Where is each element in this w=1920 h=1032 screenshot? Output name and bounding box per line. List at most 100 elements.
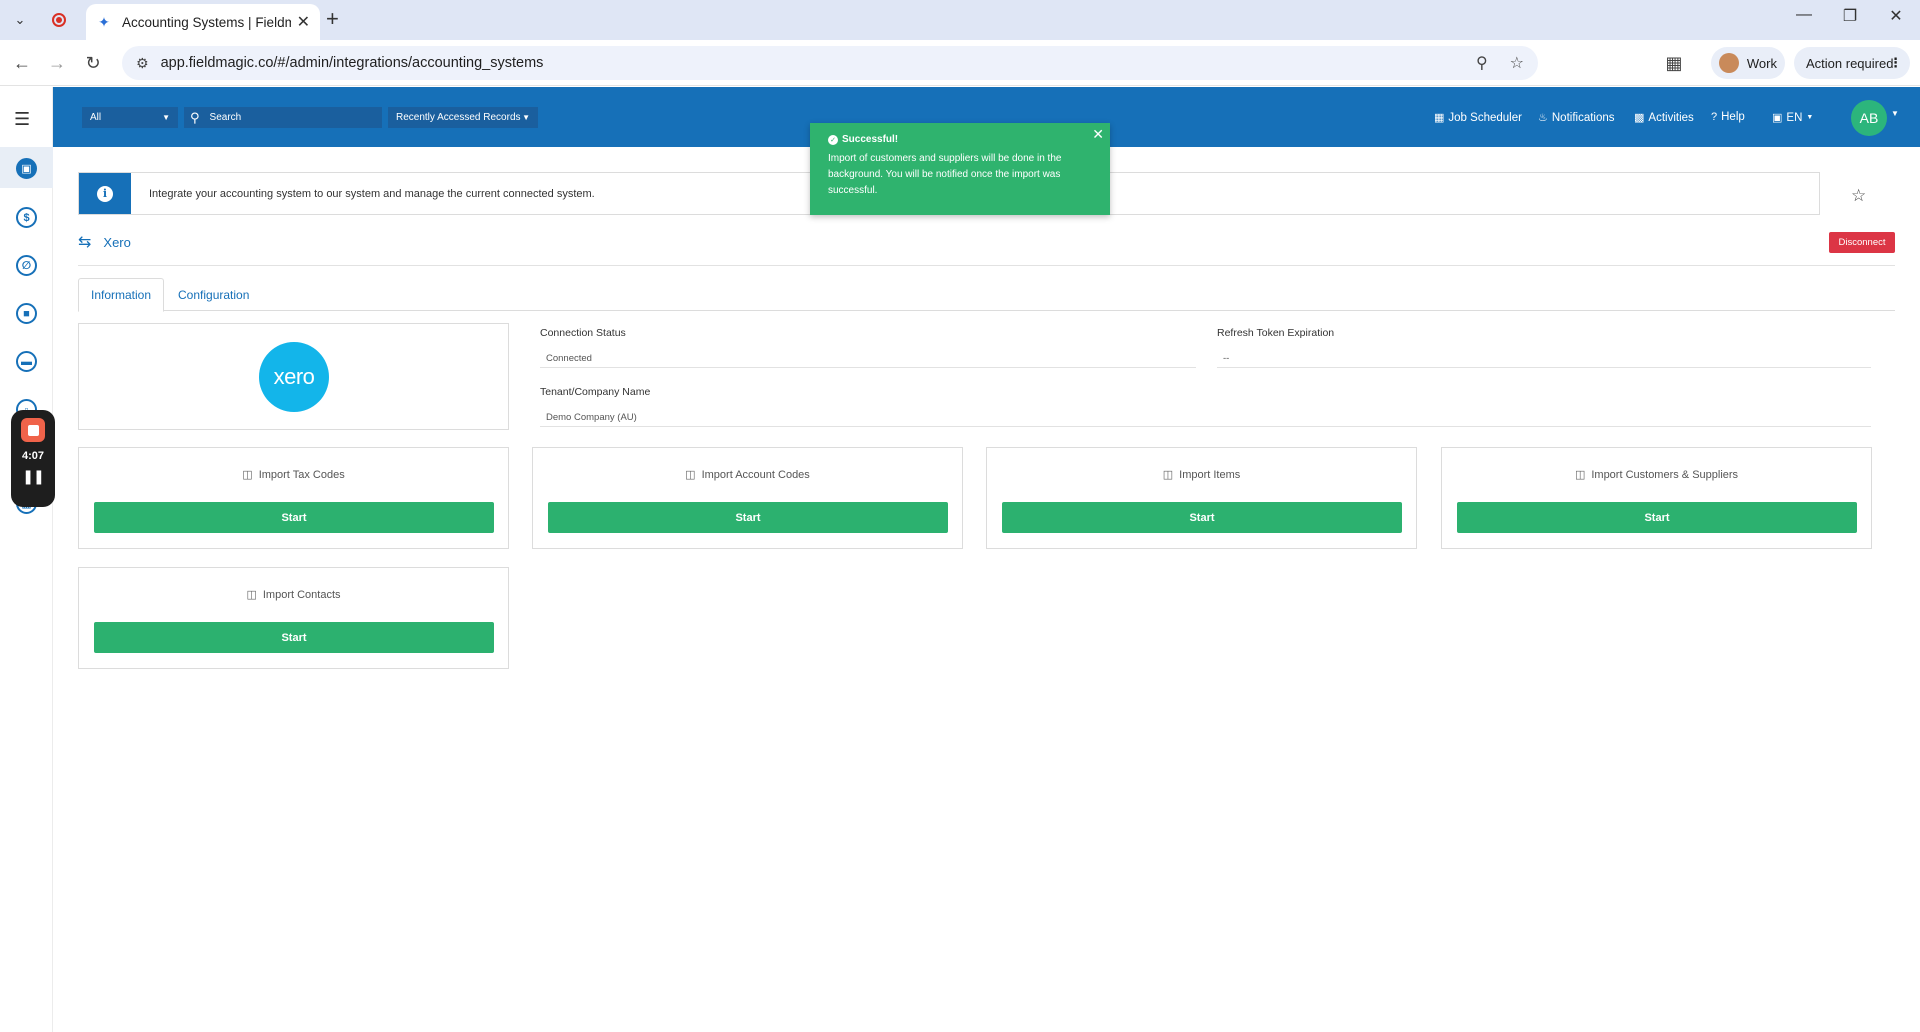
close-toast-icon[interactable]: ✕: [1092, 126, 1104, 143]
fieldmagic-favicon-icon: ✦: [98, 14, 110, 30]
connection-status-value: Connected: [540, 350, 1196, 368]
start-import-tax-codes-button[interactable]: Start: [94, 502, 494, 533]
info-icon: i: [97, 185, 113, 202]
address-bar[interactable]: ⚙ app.fieldmagic.co/#/admin/integrations…: [122, 46, 1538, 80]
browser-tab-active[interactable]: ✦ Accounting Systems | Fieldmag ✕: [86, 4, 320, 40]
chevron-down-icon: ▼: [1806, 114, 1814, 121]
disconnect-button[interactable]: Disconnect: [1829, 232, 1895, 253]
card-title-text: Import Account Codes: [701, 469, 810, 481]
job-scheduler-link[interactable]: ▦ Job Scheduler: [1434, 111, 1522, 125]
zoom-icon[interactable]: ⚲: [1476, 53, 1488, 73]
success-toast: ✓ Successful! Import of customers and su…: [810, 123, 1110, 215]
new-tab-icon[interactable]: +: [326, 6, 339, 32]
notifications-link[interactable]: ♨ Notifications: [1538, 111, 1615, 125]
activities-label: Activities: [1648, 111, 1694, 124]
browser-tab-bar: ⌄ ✦ Accounting Systems | Fieldmag ✕ + — …: [0, 0, 1920, 40]
import-box-icon: ◫: [1162, 469, 1174, 481]
browser-toolbar: ← → ↻ ⚙ app.fieldmagic.co/#/admin/integr…: [0, 40, 1920, 118]
wrench-icon[interactable]: ∅: [16, 255, 37, 276]
module-filter-value: All: [90, 112, 102, 123]
forward-icon[interactable]: →: [45, 51, 69, 75]
import-box-icon: ◫: [242, 469, 253, 481]
integration-name: Xero: [103, 234, 131, 250]
browser-menu-icon[interactable]: ⋮: [1889, 55, 1902, 71]
action-required-button[interactable]: Action required ⋮: [1794, 47, 1910, 79]
tab-information[interactable]: Information: [78, 278, 165, 312]
disconnect-label: Disconnect: [1838, 237, 1886, 248]
pause-recording-icon[interactable]: ❚❚: [22, 468, 44, 485]
profile-avatar: [1719, 53, 1739, 73]
import-account-codes-card: ◫ Import Account Codes Start: [532, 447, 963, 549]
stop-recording-button[interactable]: [21, 418, 45, 442]
recent-records-select[interactable]: Recently Accessed Records ▼: [388, 107, 538, 128]
chevron-down-icon: ▼: [162, 113, 170, 122]
import-items-card: ◫ Import Items Start: [986, 447, 1417, 549]
back-icon[interactable]: ←: [10, 51, 34, 75]
import-box-icon: ◫: [246, 589, 257, 601]
recording-indicator-icon: [52, 13, 66, 27]
site-info-icon[interactable]: ⚙: [136, 55, 149, 72]
integration-title: ⇆ Xero: [78, 232, 131, 252]
question-icon: ?: [1711, 111, 1718, 123]
tab-configuration[interactable]: Configuration: [166, 278, 261, 312]
language-label: EN: [1786, 111, 1803, 124]
reload-icon[interactable]: ↻: [81, 51, 105, 75]
card-title-text: Import Customers & Suppliers: [1591, 469, 1739, 481]
left-sidebar: ☰ ▣ $ ∅ ■ ▬ ▫ ▩: [0, 87, 53, 1032]
restore-window-icon[interactable]: ❐: [1827, 6, 1873, 26]
user-avatar[interactable]: AB: [1851, 100, 1887, 136]
hamburger-menu-icon[interactable]: ☰: [14, 109, 30, 130]
bell-icon: ♨: [1538, 112, 1548, 124]
recent-records-value: Recently Accessed Records: [396, 112, 521, 123]
url-text[interactable]: app.fieldmagic.co/#/admin/integrations/a…: [161, 55, 1454, 71]
start-import-items-button[interactable]: Start: [1002, 502, 1402, 533]
screen-recorder-widget: 4:07 ❚❚: [11, 410, 55, 507]
module-filter-select[interactable]: All ▼: [82, 107, 178, 128]
briefcase-icon[interactable]: ■: [16, 303, 37, 324]
billing-dollar-icon[interactable]: $: [16, 207, 37, 228]
divider: [78, 265, 1895, 266]
chevron-down-icon: ▼: [522, 113, 530, 122]
calendar-icon: ▦: [1434, 112, 1445, 124]
bookmark-star-icon[interactable]: ☆: [1510, 53, 1524, 73]
close-window-icon[interactable]: ✕: [1873, 6, 1919, 26]
start-import-customers-suppliers-button[interactable]: Start: [1457, 502, 1857, 533]
card-title-text: Import Items: [1179, 469, 1241, 481]
close-tab-icon[interactable]: ✕: [297, 12, 310, 32]
start-import-account-codes-button[interactable]: Start: [548, 502, 948, 533]
profile-button[interactable]: Work: [1711, 47, 1785, 79]
minimize-window-icon[interactable]: —: [1781, 6, 1827, 24]
activities-link[interactable]: ▩ Activities: [1634, 111, 1694, 125]
check-circle-icon: ✓: [828, 134, 838, 145]
toast-title-text: Successful!: [842, 134, 899, 145]
card-title: ◫ Import Contacts: [79, 588, 508, 601]
storage-icon[interactable]: ▬: [16, 351, 37, 372]
help-link[interactable]: ? Help: [1711, 111, 1745, 123]
search-input[interactable]: [209, 112, 360, 123]
tenant-value: Demo Company (AU): [540, 409, 1871, 427]
start-import-contacts-button[interactable]: Start: [94, 622, 494, 653]
language-icon: ▣: [1772, 112, 1783, 124]
refresh-token-label: Refresh Token Expiration: [1217, 327, 1335, 339]
import-tax-codes-card: ◫ Import Tax Codes Start: [78, 447, 509, 549]
info-icon-box: i: [79, 173, 131, 214]
global-search[interactable]: ⚲: [184, 107, 382, 128]
favorite-star-icon[interactable]: ☆: [1851, 186, 1866, 206]
action-required-label: Action required: [1806, 55, 1894, 71]
connection-status-label: Connection Status: [540, 327, 626, 339]
card-title-text: Import Contacts: [262, 589, 341, 601]
import-box-icon: ◫: [1574, 469, 1586, 481]
card-title: ◫ Import Customers & Suppliers: [1442, 468, 1871, 481]
language-select[interactable]: ▣ EN ▼: [1772, 111, 1814, 125]
extensions-puzzle-icon[interactable]: ▦: [1662, 51, 1686, 75]
tab-search-chevron-icon[interactable]: ⌄: [8, 8, 32, 32]
admin-icon[interactable]: ▣: [16, 158, 37, 179]
avatar-chevron-down-icon[interactable]: ▼: [1891, 109, 1899, 118]
import-contacts-card: ◫ Import Contacts Start: [78, 567, 509, 669]
card-title-text: Import Tax Codes: [258, 469, 345, 481]
recording-time: 4:07: [21, 450, 45, 462]
notifications-label: Notifications: [1551, 111, 1615, 124]
xero-logo-card: xero: [78, 323, 509, 430]
profile-label: Work: [1746, 55, 1777, 71]
toast-title: ✓ Successful!: [828, 134, 1092, 145]
